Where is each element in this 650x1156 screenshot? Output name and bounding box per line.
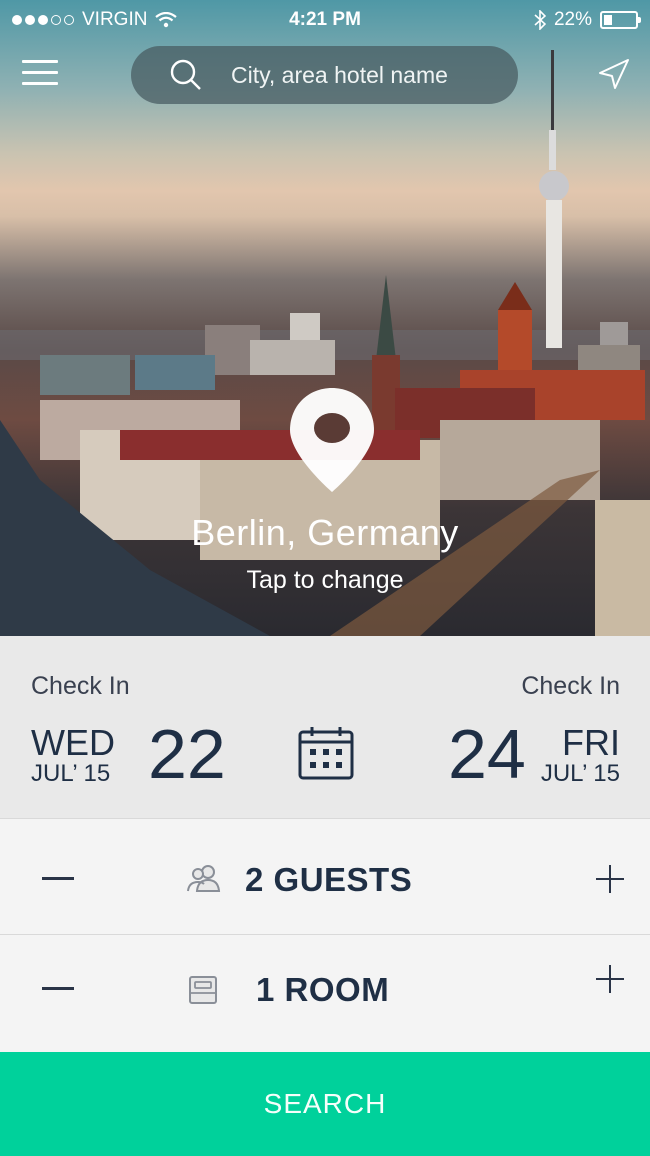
date-picker-panel: Check In Check In WED JUL’ 15 22 24 FRI …: [0, 636, 650, 818]
status-bar: VIRGIN 4:21 PM 22%: [0, 0, 650, 40]
check-in-month[interactable]: JUL’ 15: [31, 760, 110, 788]
guests-decrease-button[interactable]: [42, 877, 74, 880]
search-icon: [170, 59, 201, 90]
bed-icon: [189, 976, 217, 1004]
guests-count: 2 GUESTS: [245, 861, 413, 898]
guests-row: 2 GUESTS: [0, 818, 650, 935]
search-input[interactable]: [229, 60, 493, 90]
search-bar[interactable]: [131, 46, 518, 104]
bluetooth-icon: [534, 10, 546, 30]
map-pin-icon[interactable]: [288, 386, 376, 494]
check-in-weekday[interactable]: WED: [31, 722, 115, 764]
rooms-count: 1 ROOM: [256, 971, 390, 1008]
rooms-increase-button[interactable]: [596, 965, 624, 993]
check-out-month[interactable]: JUL’ 15: [541, 760, 620, 788]
check-in-label: Check In: [31, 672, 130, 700]
hamburger-menu-icon[interactable]: [22, 60, 58, 88]
guests-increase-button[interactable]: [596, 865, 624, 893]
guests-icon: [187, 865, 221, 892]
battery-icon: [600, 11, 641, 29]
rooms-decrease-button[interactable]: [42, 987, 74, 990]
tap-to-change-hint: Tap to change: [246, 566, 404, 594]
battery-percent: 22%: [553, 9, 592, 30]
check-in-day[interactable]: 22: [148, 714, 226, 794]
rooms-row: 1 ROOM: [0, 934, 650, 1053]
calendar-icon[interactable]: [298, 726, 354, 780]
check-out-label: Check In: [521, 672, 620, 700]
check-out-weekday[interactable]: FRI: [562, 722, 620, 764]
search-button[interactable]: SEARCH: [0, 1052, 650, 1156]
top-bar: [0, 46, 650, 106]
hero-banner[interactable]: VIRGIN 4:21 PM 22% City, area hotel name…: [0, 0, 650, 636]
location-arrow-icon[interactable]: [596, 56, 632, 92]
check-out-day[interactable]: 24: [448, 714, 526, 794]
city-name[interactable]: Berlin, Germany: [0, 512, 650, 554]
